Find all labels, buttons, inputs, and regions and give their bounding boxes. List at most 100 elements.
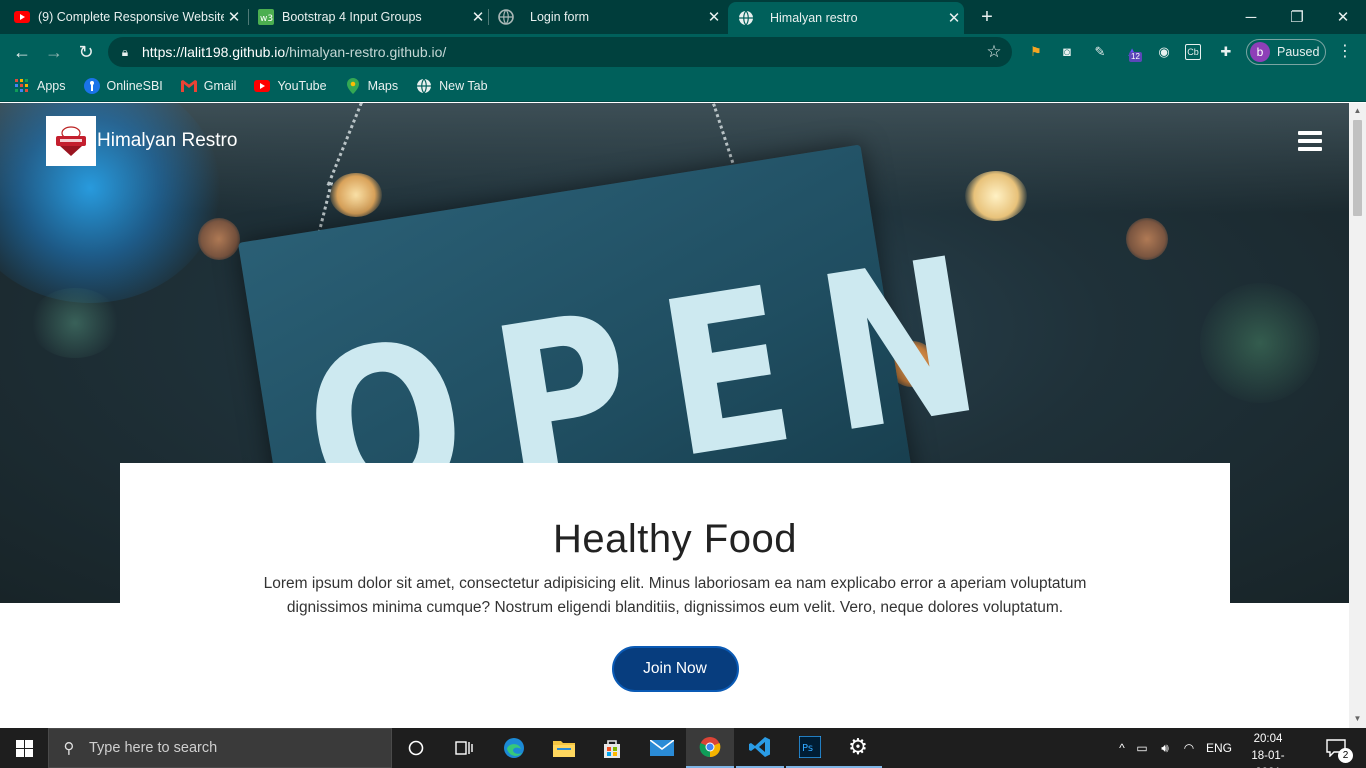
bookmark-label: New Tab [439, 78, 488, 93]
vscode-icon[interactable] [736, 728, 784, 768]
puzzle-extensions-icon[interactable]: ✚ [1216, 42, 1236, 62]
settings-gear-icon[interactable]: ⚙ [834, 728, 882, 768]
tab-login-form[interactable]: Login form ✕ [498, 0, 724, 34]
youtube-icon [254, 78, 271, 94]
search-placeholder: Type here to search [89, 740, 218, 756]
close-tab-icon[interactable]: ✕ [704, 8, 724, 26]
bookmark-label: Gmail [203, 78, 237, 93]
back-arrow-icon[interactable]: ← [10, 40, 34, 64]
task-view-icon[interactable] [440, 728, 488, 768]
w3schools-icon: w3 [258, 9, 274, 25]
camera-extension-icon[interactable]: ◙ [1057, 42, 1077, 62]
bookmark-apps[interactable]: Apps [14, 78, 66, 94]
hamburger-bar [1298, 139, 1322, 143]
close-tab-icon[interactable]: ✕ [944, 9, 964, 27]
bokeh-light [30, 288, 120, 358]
intro-card: Healthy Food Lorem ipsum dolor sit amet,… [120, 463, 1230, 728]
restaurant-logo [46, 116, 96, 166]
hamburger-bar [1298, 131, 1322, 135]
tab-title: Bootstrap 4 Input Groups [282, 10, 422, 24]
extension-flag-icon[interactable]: ⚑ [1026, 42, 1046, 62]
bookmark-new-tab[interactable]: New Tab [416, 78, 488, 94]
taskbar-search-input[interactable]: ⚲ Type here to search [48, 728, 392, 768]
bokeh-light [1126, 218, 1168, 260]
tab-bootstrap[interactable]: w3 Bootstrap 4 Input Groups ✕ [258, 0, 488, 34]
profile-status: Paused [1277, 45, 1320, 59]
scroll-down-icon[interactable]: ▼ [1353, 714, 1362, 723]
profile-button[interactable]: b Paused [1246, 39, 1326, 65]
file-explorer-icon[interactable] [540, 728, 588, 768]
bookmark-star-icon[interactable]: ☆ [976, 42, 1012, 62]
mail-icon[interactable] [638, 728, 686, 768]
browser-toolbar: ← → ↻ 🔒︎ https://lalit198.github.io/hima… [0, 34, 1366, 70]
language-indicator[interactable]: ENG [1202, 741, 1236, 755]
hamburger-menu-icon[interactable] [1298, 131, 1322, 151]
edge-browser-icon[interactable] [490, 728, 538, 768]
clock-date: 18-01-2021 [1251, 750, 1285, 768]
url-text[interactable]: https://lalit198.github.io/himalyan-rest… [142, 44, 976, 60]
hamburger-bar [1298, 147, 1322, 151]
cortana-icon[interactable] [392, 728, 440, 768]
graduation-extension-icon[interactable]: ▲ 12 [1122, 42, 1142, 62]
lock-icon: 🔒︎ [121, 44, 129, 59]
card-text: Lorem ipsum dolor sit amet, consectetur … [263, 575, 1087, 616]
web-page: OPEN Himalyan Restro Healthy Food Lorem … [0, 103, 1349, 728]
address-bar[interactable]: 🔒︎ https://lalit198.github.io/himalyan-r… [108, 37, 1012, 67]
microsoft-store-icon[interactable] [588, 728, 636, 768]
menu-kebab-icon[interactable]: ⋮ [1337, 42, 1353, 62]
minimize-icon[interactable]: ─ [1228, 0, 1274, 34]
page-scrollbar[interactable]: ▲ ▼ [1349, 103, 1366, 728]
bookmark-label: OnlineSBI [106, 78, 163, 93]
restore-icon[interactable]: ❐ [1274, 0, 1320, 34]
bookmark-youtube[interactable]: YouTube [254, 78, 327, 94]
bookmarks-bar: Apps OnlineSBI Gmail YouTube Maps New Ta… [0, 70, 1366, 102]
windows-start-icon[interactable] [0, 728, 48, 768]
bokeh-light [198, 218, 240, 260]
brand-name: Himalyan Restro [97, 130, 238, 151]
forward-arrow-icon[interactable]: → [42, 40, 66, 64]
bookmark-label: Maps [367, 78, 399, 93]
close-tab-icon[interactable]: ✕ [468, 8, 488, 26]
clock-time: 20:04 [1253, 733, 1283, 745]
notification-center-icon[interactable]: 2 [1312, 728, 1360, 768]
tab-separator [248, 9, 249, 25]
system-clock[interactable]: 20:04 18-01-2021 [1240, 731, 1296, 768]
wifi-icon[interactable]: ◠ [1176, 741, 1202, 755]
eye-extension-icon[interactable]: ◉ [1154, 42, 1174, 62]
navbar-brand[interactable]: Himalyan Restro [46, 116, 237, 166]
globe-icon [498, 9, 514, 25]
tab-youtube[interactable]: (9) Complete Responsive Website ✕ [14, 0, 244, 34]
bookmark-onlinesbi[interactable]: OnlineSBI [83, 77, 163, 94]
card-title: Healthy Food [553, 517, 797, 561]
tab-title: (9) Complete Responsive Website [38, 10, 224, 24]
apps-grid-icon [14, 78, 30, 94]
volume-icon[interactable]: 🔊︎ [1154, 741, 1176, 756]
battery-icon[interactable]: ▭ [1130, 741, 1154, 755]
maps-pin-icon [345, 77, 361, 94]
new-tab-icon[interactable]: + [976, 6, 998, 28]
extension-badge: 12 [1129, 52, 1142, 62]
windows-taskbar: ⚲ Type here to search Ps ⚙ ^ ▭ 🔊︎ ◠ ENG … [0, 728, 1366, 768]
chevron-up-icon[interactable]: ^ [1114, 741, 1130, 755]
globe-icon [416, 78, 432, 94]
reload-icon[interactable]: ↻ [74, 40, 98, 64]
close-tab-icon[interactable]: ✕ [224, 8, 244, 26]
cb-extension-icon[interactable]: Cb [1185, 44, 1201, 60]
bokeh-light [1200, 283, 1320, 403]
tab-strip: (9) Complete Responsive Website ✕ w3 Boo… [0, 0, 1366, 34]
tab-himalyan-restro[interactable]: Himalyan restro ✕ [728, 2, 964, 34]
scrollbar-thumb[interactable] [1353, 120, 1362, 216]
bookmark-gmail[interactable]: Gmail [180, 78, 237, 94]
chrome-taskbar-icon[interactable] [686, 728, 734, 768]
sbi-icon [83, 77, 100, 94]
join-now-button[interactable]: Join Now [611, 646, 739, 692]
photoshop-icon[interactable]: Ps [786, 728, 834, 768]
youtube-icon [14, 9, 30, 25]
bookmark-maps[interactable]: Maps [345, 77, 399, 94]
globe-icon [738, 10, 754, 26]
search-icon: ⚲ [63, 740, 75, 757]
scroll-up-icon[interactable]: ▲ [1353, 106, 1362, 115]
pen-extension-icon[interactable]: ✎ [1090, 42, 1110, 62]
close-window-icon[interactable]: ✕ [1320, 0, 1366, 34]
svg-text:w3: w3 [260, 14, 273, 24]
